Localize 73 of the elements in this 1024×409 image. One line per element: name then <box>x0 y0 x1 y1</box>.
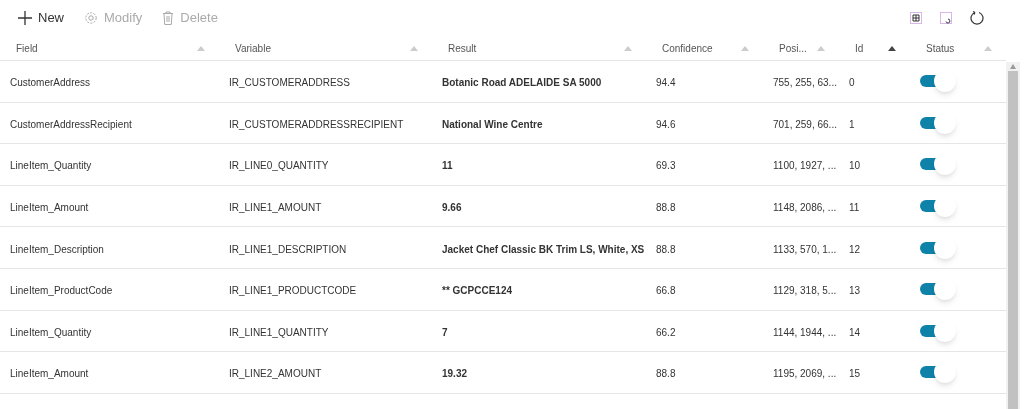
table-cell: IR_LINE1_PRODUCTCODE <box>229 285 357 297</box>
table-cell: LineItem_ProductCode <box>10 285 113 297</box>
table-cell: 1148, 2086, ... <box>773 202 837 214</box>
table-cell: 88.8 <box>656 243 676 255</box>
table-cell: 1100, 1927, ... <box>773 160 837 172</box>
table-cell: 66.2 <box>656 326 676 338</box>
table-cell: 11 <box>442 160 453 172</box>
table-cell: IR_LINE1_AMOUNT <box>229 202 322 214</box>
table-cell: 88.8 <box>656 202 676 214</box>
table-cell: 69.3 <box>656 160 676 172</box>
refresh-icon[interactable] <box>970 11 984 25</box>
table-cell: IR_LINE0_QUANTITY <box>229 160 329 172</box>
plus-icon <box>18 11 32 25</box>
table-cell: 0 <box>849 77 855 89</box>
table-cell: IR_LINE2_AMOUNT <box>229 368 322 380</box>
toggle-switch[interactable] <box>920 70 956 93</box>
column-header[interactable]: Posi... <box>779 40 807 56</box>
export-icon[interactable] <box>940 12 952 24</box>
table-cell: 1 <box>849 118 855 130</box>
toggle-switch[interactable] <box>920 111 956 134</box>
table-cell: 15 <box>849 368 861 380</box>
sort-icon[interactable] <box>888 45 896 51</box>
table-cell: 11 <box>849 202 860 214</box>
table-cell: 14 <box>849 326 861 338</box>
trash-icon <box>162 11 175 25</box>
table-cell: 94.6 <box>656 118 676 130</box>
table-cell: 1144, 1944, ... <box>773 326 837 338</box>
table-cell: CustomerAddress <box>10 77 91 89</box>
table-cell: 19.32 <box>442 368 468 380</box>
table-cell: LineItem_Amount <box>10 202 89 214</box>
table-cell: Botanic Road ADELAIDE SA 5000 <box>442 77 602 89</box>
toggle-switch[interactable] <box>920 361 956 384</box>
table-cell: 701, 259, 66... <box>773 118 837 130</box>
table-cell: LineItem_Quantity <box>10 160 92 172</box>
table-cell: CustomerAddressRecipient <box>10 118 132 130</box>
table-cell: Jacket Chef Classic BK Trim LS, White, XS <box>442 243 645 255</box>
table-cell: 88.8 <box>656 368 676 380</box>
table-cell: LineItem_Description <box>10 243 104 255</box>
table-cell: National Wine Centre <box>442 118 543 130</box>
table-cell: 10 <box>849 160 861 172</box>
table-cell: IR_LINE1_DESCRIPTION <box>229 243 347 255</box>
column-header[interactable]: Id <box>855 40 864 56</box>
toggle-switch[interactable] <box>920 195 956 218</box>
scroll-up-icon[interactable] <box>1010 64 1016 69</box>
toggle-switch[interactable] <box>920 236 956 259</box>
table-cell: IR_CUSTOMERADDRESS <box>229 77 350 89</box>
table-cell: 12 <box>849 243 861 255</box>
grid-icon[interactable] <box>910 12 922 24</box>
column-header[interactable]: Confidence <box>662 40 713 56</box>
table-cell: 1129, 318, 5... <box>773 285 837 297</box>
table-cell: 9.66 <box>442 202 462 214</box>
toggle-switch[interactable] <box>920 278 956 301</box>
toolbar-button[interactable]: New <box>18 8 64 28</box>
table-cell: 1195, 2069, ... <box>773 368 837 380</box>
column-header[interactable]: Variable <box>235 40 271 56</box>
table-cell: 1133, 570, 1... <box>773 243 837 255</box>
table-cell: IR_CUSTOMERADDRESSRECIPIENT <box>229 118 404 130</box>
table-cell: 66.8 <box>656 285 676 297</box>
table-cell: LineItem_Amount <box>10 368 89 380</box>
column-header[interactable]: Field <box>16 40 38 56</box>
gear-icon <box>84 11 98 25</box>
table-cell: 13 <box>849 285 861 297</box>
column-header[interactable]: Result <box>448 40 477 56</box>
toggle-switch[interactable] <box>920 153 956 176</box>
scrollbar[interactable] <box>1006 62 1020 409</box>
table-cell: 94.4 <box>656 77 676 89</box>
table-cell: 755, 255, 63... <box>773 77 837 89</box>
table-cell: LineItem_Quantity <box>10 326 92 338</box>
table-cell: ** GCPCCE124 <box>442 285 513 297</box>
table-cell: IR_LINE1_QUANTITY <box>229 326 329 338</box>
toggle-switch[interactable] <box>920 319 956 342</box>
table-cell: 7 <box>442 326 448 338</box>
column-header[interactable]: Status <box>926 40 955 56</box>
